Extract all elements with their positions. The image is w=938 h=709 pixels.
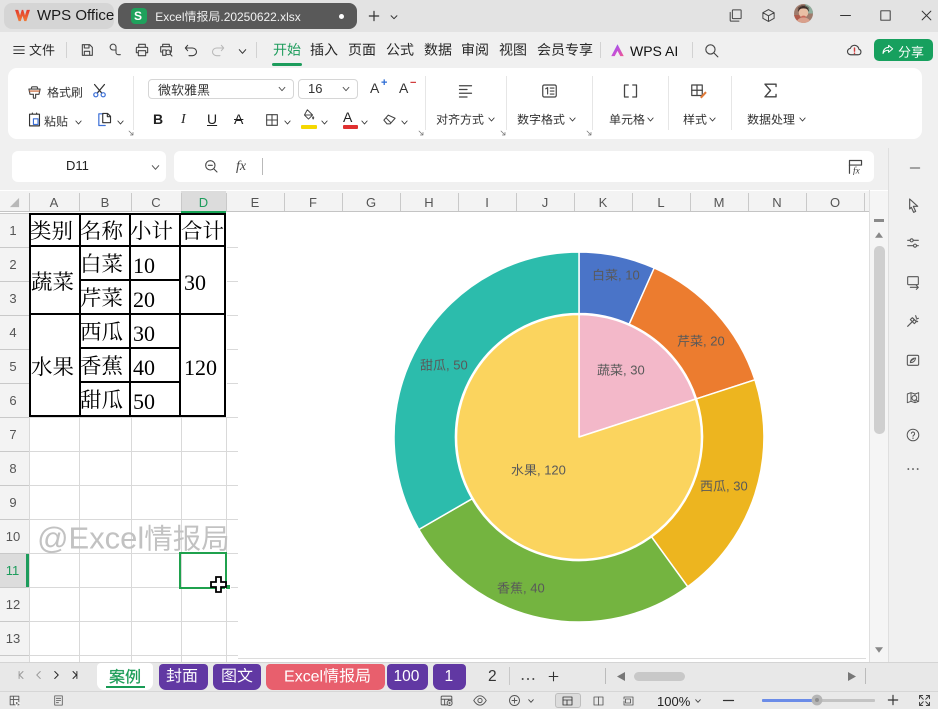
svg-text:, 30: , 30 [623, 363, 645, 378]
svg-text:, 40: , 40 [523, 581, 545, 596]
svg-text:, 50: , 50 [446, 358, 468, 373]
svg-text:, 20: , 20 [703, 334, 725, 349]
svg-text:Excel: Excel [284, 668, 323, 685]
svg-text:, 30: , 30 [726, 479, 748, 494]
svg-text:.20250622.xlsx: .20250622.xlsx [220, 10, 300, 24]
svg-text:fx: fx [853, 166, 861, 175]
svg-text:Excel: Excel [155, 10, 184, 24]
svg-text:, 120: , 120 [537, 463, 566, 478]
svg-text:@Excel: @Excel [37, 521, 144, 556]
svg-text:, 10: , 10 [618, 268, 640, 283]
